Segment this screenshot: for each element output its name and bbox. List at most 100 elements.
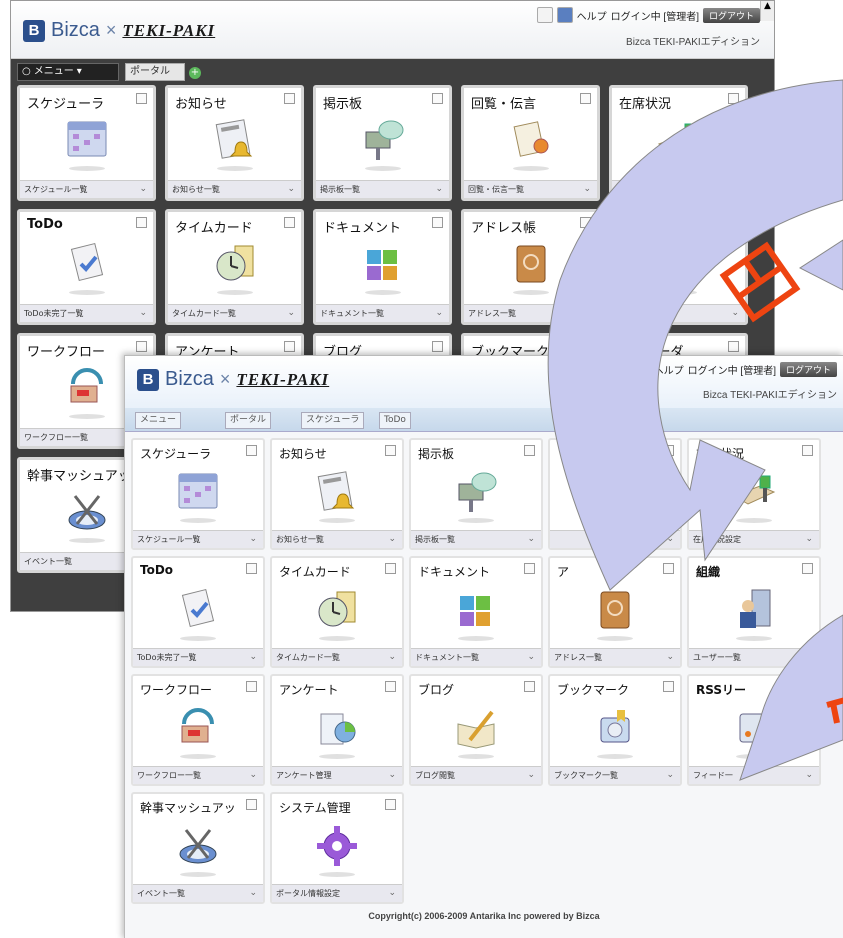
tab-portal[interactable]: ポータル [225, 412, 272, 429]
desk-chair-icon[interactable] [655, 116, 703, 164]
portlet-collapse-checkbox[interactable] [284, 93, 295, 104]
portlet-footer-select[interactable]: アドレス一覧 ⌄ [464, 304, 597, 322]
calendar-icon[interactable] [174, 468, 222, 516]
portlet-card[interactable]: 在席状況 在席状況設定 ⌄ [687, 438, 821, 550]
portlet-card[interactable]: タイムカード タイムカード一覧 ⌄ [165, 209, 304, 325]
tab-dropdown-icon[interactable]: ▾ [77, 64, 82, 80]
portlet-card[interactable]: ブログ ブログ閲覧 ⌄ [409, 674, 543, 786]
portlet-footer-select[interactable]: ToDo未完了一覧 ⌄ [20, 304, 153, 322]
chevron-down-icon[interactable]: ⌄ [583, 305, 591, 322]
portlet-title[interactable]: お知らせ [279, 445, 327, 462]
portlet-footer-select[interactable]: ブログ閲覧 ⌄ [411, 766, 541, 784]
chevron-down-icon[interactable]: ⌄ [388, 649, 396, 666]
portlet-title[interactable]: ブックマーク [557, 681, 629, 698]
tab-scheduler[interactable]: スケジューラ [301, 412, 365, 429]
chevron-down-icon[interactable]: ⌄ [249, 885, 257, 902]
portlet-card[interactable]: タイムカード タイムカード一覧 ⌄ [270, 556, 404, 668]
portlet-title[interactable]: ワークフロー [140, 681, 212, 698]
portlet-collapse-checkbox[interactable] [663, 445, 674, 456]
portlet-title[interactable]: 掲示板 [418, 445, 454, 462]
portlet-card[interactable]: お知らせ お知らせ一覧 ⌄ [270, 438, 404, 550]
portlet-collapse-checkbox[interactable] [284, 217, 295, 228]
portlet-title[interactable]: ドキュメント [418, 563, 490, 580]
portlet-collapse-checkbox[interactable] [728, 217, 739, 228]
signboard-icon[interactable] [359, 116, 407, 164]
portlet-collapse-checkbox[interactable] [246, 563, 257, 574]
address-book-icon[interactable] [591, 586, 639, 634]
portlet-collapse-checkbox[interactable] [432, 217, 443, 228]
portlet-collapse-checkbox[interactable] [246, 681, 257, 692]
chevron-down-icon[interactable]: ⌄ [388, 885, 396, 902]
portlet-title[interactable]: ToDo [140, 563, 173, 577]
chevron-down-icon[interactable]: ⌄ [527, 767, 535, 784]
chevron-down-icon[interactable]: ⌄ [435, 181, 443, 198]
chevron-down-icon[interactable]: ⌄ [666, 767, 674, 784]
chevron-down-icon[interactable]: ⌄ [388, 767, 396, 784]
portlet-title[interactable]: 在席状況 [619, 93, 671, 112]
portlet-card[interactable]: ワークフローワークフロー一覧 ⌄ [131, 674, 265, 786]
memo-icon[interactable] [507, 116, 555, 164]
chevron-down-icon[interactable]: ⌄ [731, 181, 739, 198]
portlet-title[interactable]: スケジューラ [140, 445, 211, 462]
portlet-footer-select[interactable]: タイムカード一覧 ⌄ [272, 648, 402, 666]
news-bell-icon[interactable] [211, 116, 259, 164]
portlet-card[interactable]: 幹事マッシュアッイベント一覧 ⌄ [131, 792, 265, 904]
chevron-down-icon[interactable]: ⌄ [731, 305, 739, 322]
portlet-collapse-checkbox[interactable] [284, 341, 295, 352]
chevron-down-icon[interactable]: ⌄ [249, 649, 257, 666]
portlet-collapse-checkbox[interactable] [136, 217, 147, 228]
portlet-collapse-checkbox[interactable] [802, 563, 813, 574]
tab-portal[interactable]: ポータル [125, 63, 185, 81]
portlet-collapse-checkbox[interactable] [385, 681, 396, 692]
portlet-collapse-checkbox[interactable] [246, 445, 257, 456]
chevron-down-icon[interactable]: ⌄ [805, 767, 813, 784]
portlet-card[interactable]: 回覧・伝言 回覧・伝言一覧 ⌄ [461, 85, 600, 201]
portlet-collapse-checkbox[interactable] [524, 563, 535, 574]
portlet-card[interactable]: 在席状況在席状況設定 ⌄ [609, 85, 748, 201]
portlet-title[interactable]: ToDo [27, 217, 63, 232]
puzzle-icon[interactable] [452, 586, 500, 634]
window-icon[interactable] [556, 7, 573, 23]
portlet-collapse-checkbox[interactable] [385, 799, 396, 810]
portlet-title[interactable]: ア [557, 563, 569, 580]
portlet-collapse-checkbox[interactable] [728, 93, 739, 104]
portlet-footer-select[interactable]: ブックマーク一覧 ⌄ [550, 766, 680, 784]
todo-icon[interactable] [174, 586, 222, 634]
portlet-footer-select[interactable]: ユーザー一覧 ⌄ [689, 648, 819, 666]
portlet-title[interactable]: お知らせ [175, 93, 227, 112]
portlet-title[interactable]: アンケート [279, 681, 339, 698]
logout-button[interactable]: ログアウト [702, 7, 760, 23]
workflow-icon[interactable] [174, 704, 222, 752]
portlet-collapse-checkbox[interactable] [802, 681, 813, 692]
help-link[interactable]: ヘルプ [654, 362, 684, 377]
portlet-collapse-checkbox[interactable] [246, 799, 257, 810]
scrollbar-up-arrow-icon[interactable]: ▲ [760, 1, 774, 21]
portlet-footer-select[interactable]: 在席状況設定 ⌄ [612, 180, 745, 198]
portlet-footer-select[interactable]: スケジュール一覧 ⌄ [133, 530, 263, 548]
portlet-footer-select[interactable]: 掲示板一覧 ⌄ [411, 530, 541, 548]
portlet-title[interactable]: 組 [619, 217, 632, 236]
portlet-title[interactable]: システム管理 [279, 799, 351, 816]
portlet-footer-select[interactable]: 在席状況設定 ⌄ [689, 530, 819, 548]
portlet-collapse-checkbox[interactable] [802, 445, 813, 456]
portlet-title[interactable]: 幹事マッシュアッ [140, 799, 236, 816]
logout-button[interactable]: ログアウト [779, 362, 837, 377]
portlet-collapse-checkbox[interactable] [385, 445, 396, 456]
bookmark-icon[interactable] [591, 704, 639, 752]
memo-icon[interactable] [591, 468, 639, 516]
portlet-card[interactable]: アドレス帳 アドレス一覧 ⌄ [461, 209, 600, 325]
portlet-collapse-checkbox[interactable] [580, 217, 591, 228]
portlet-collapse-checkbox[interactable] [385, 563, 396, 574]
portlet-footer-select[interactable]: イベント一覧 ⌄ [133, 884, 263, 902]
clock-icon[interactable] [313, 586, 361, 634]
portlet-footer-select[interactable]: ーザー一覧 ⌄ [612, 304, 745, 322]
chevron-down-icon[interactable]: ⌄ [287, 181, 295, 198]
portlet-title[interactable]: ドキュメント [323, 217, 401, 236]
org-person-icon[interactable] [655, 240, 703, 288]
portlet-footer-select[interactable]: ドキュメント一覧 ⌄ [316, 304, 449, 322]
portlet-collapse-checkbox[interactable] [432, 341, 443, 352]
portlet-footer-select[interactable]: ⌄ [550, 530, 680, 548]
portlet-footer-select[interactable]: 掲示板一覧 ⌄ [316, 180, 449, 198]
gear-icon[interactable] [313, 822, 361, 870]
portlet-collapse-checkbox[interactable] [524, 445, 535, 456]
